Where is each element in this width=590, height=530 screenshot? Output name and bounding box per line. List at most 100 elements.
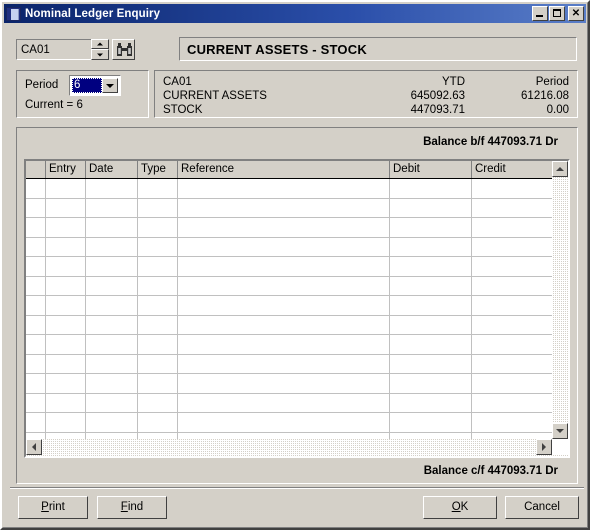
table-cell <box>86 335 138 354</box>
table-cell <box>390 198 472 217</box>
chevron-down-icon <box>97 53 103 56</box>
summary-account-lines: CA01 CURRENT ASSETS STOCK <box>163 75 267 117</box>
print-accelerator: P <box>41 501 49 513</box>
table-cell <box>138 393 178 412</box>
table-row[interactable] <box>26 237 552 257</box>
table-row[interactable] <box>26 257 552 277</box>
ledger-document-icon <box>6 6 21 21</box>
ok-button[interactable]: OK <box>423 496 497 519</box>
account-code-input[interactable]: CA01 <box>16 39 98 60</box>
table-cell <box>390 237 472 256</box>
table-row[interactable] <box>26 393 552 413</box>
cancel-button[interactable]: Cancel <box>505 496 579 519</box>
grid-column-header-reference[interactable]: Reference <box>178 161 390 178</box>
table-cell <box>178 393 390 412</box>
period-value-1: 61216.08 <box>521 90 569 102</box>
table-cell <box>390 276 472 295</box>
grid-column-header-type[interactable]: Type <box>138 161 178 178</box>
scroll-right-button[interactable] <box>536 439 552 455</box>
table-cell <box>390 218 472 237</box>
table-cell <box>46 198 86 217</box>
table-cell <box>178 257 390 276</box>
ok-accelerator: O <box>451 501 461 513</box>
summary-account-code: CA01 <box>163 76 192 88</box>
table-row[interactable] <box>26 296 552 316</box>
table-cell <box>178 413 390 432</box>
table-row[interactable] <box>26 218 552 238</box>
spinner-down-button[interactable] <box>91 49 109 60</box>
minimize-button[interactable] <box>532 6 548 21</box>
table-cell <box>472 218 552 237</box>
cancel-label: Cancel <box>524 501 560 513</box>
print-label: rint <box>48 501 65 513</box>
table-cell <box>138 237 178 256</box>
find-button[interactable]: Find <box>97 496 167 519</box>
table-cell <box>86 393 138 412</box>
table-row[interactable] <box>26 335 552 355</box>
chevron-left-icon <box>32 443 36 451</box>
table-cell <box>138 413 178 432</box>
table-cell <box>472 355 552 374</box>
table-row[interactable] <box>26 179 552 199</box>
table-cell <box>86 218 138 237</box>
period-panel: Period 6 Current = 6 <box>16 70 149 118</box>
table-cell <box>46 374 86 393</box>
table-cell <box>390 257 472 276</box>
scroll-down-button[interactable] <box>552 423 568 439</box>
grid-horizontal-scrollbar[interactable] <box>26 439 568 456</box>
grid-vertical-scrollbar[interactable] <box>552 161 568 439</box>
table-row[interactable] <box>26 315 552 335</box>
grid-column-header-debit[interactable]: Debit <box>390 161 472 178</box>
table-cell <box>138 354 178 373</box>
table-cell <box>178 335 390 354</box>
balance-carried-forward: Balance c/f 447093.71 Dr <box>423 465 558 477</box>
period-select[interactable]: 6 <box>69 75 121 96</box>
grid-column-header-credit[interactable]: Credit <box>472 161 556 178</box>
scroll-up-button[interactable] <box>552 161 568 177</box>
grid-column-header-entry[interactable]: Entry <box>46 161 86 178</box>
print-button[interactable]: Print <box>18 496 88 519</box>
maximize-button[interactable] <box>549 6 565 21</box>
table-cell <box>86 354 138 373</box>
table-cell <box>390 374 472 393</box>
minimize-icon <box>536 15 543 17</box>
table-row[interactable] <box>26 354 552 374</box>
table-row[interactable] <box>26 276 552 296</box>
ok-label: K <box>460 501 469 513</box>
close-button[interactable]: ✕ <box>568 6 584 21</box>
table-row[interactable] <box>26 198 552 218</box>
table-row[interactable] <box>26 374 552 394</box>
account-lookup-button[interactable] <box>112 39 135 60</box>
table-cell <box>26 335 46 354</box>
table-cell <box>86 257 138 276</box>
grid-body[interactable] <box>26 179 552 439</box>
table-row[interactable] <box>26 413 552 433</box>
table-cell <box>46 218 86 237</box>
period-value-2: 0.00 <box>546 104 569 116</box>
table-cell <box>178 198 390 217</box>
grid-column-header-gutter[interactable] <box>26 161 46 178</box>
table-cell <box>138 179 178 198</box>
title-bar[interactable]: Nominal Ledger Enquiry ✕ <box>4 4 586 23</box>
transactions-grid[interactable]: Entry Date Type Reference Debit Credit <box>24 159 570 458</box>
table-cell <box>390 413 472 432</box>
summary-ytd-column: YTD 645092.63 447093.71 <box>335 75 465 117</box>
table-cell <box>472 394 552 413</box>
table-cell <box>178 315 390 334</box>
table-cell <box>46 179 86 198</box>
period-dropdown-arrow-button[interactable] <box>102 78 118 93</box>
table-cell <box>26 354 46 373</box>
table-cell <box>472 238 552 257</box>
ytd-value-1: 645092.63 <box>410 90 465 102</box>
scroll-left-button[interactable] <box>26 439 42 455</box>
table-cell <box>26 218 46 237</box>
table-cell <box>26 296 46 315</box>
table-cell <box>26 374 46 393</box>
table-cell <box>86 315 138 334</box>
table-cell <box>26 257 46 276</box>
account-code-spinner[interactable] <box>91 39 109 60</box>
table-cell <box>390 393 472 412</box>
spinner-up-button[interactable] <box>91 39 109 49</box>
period-selected-value: 6 <box>72 78 102 93</box>
grid-column-header-date[interactable]: Date <box>86 161 138 178</box>
